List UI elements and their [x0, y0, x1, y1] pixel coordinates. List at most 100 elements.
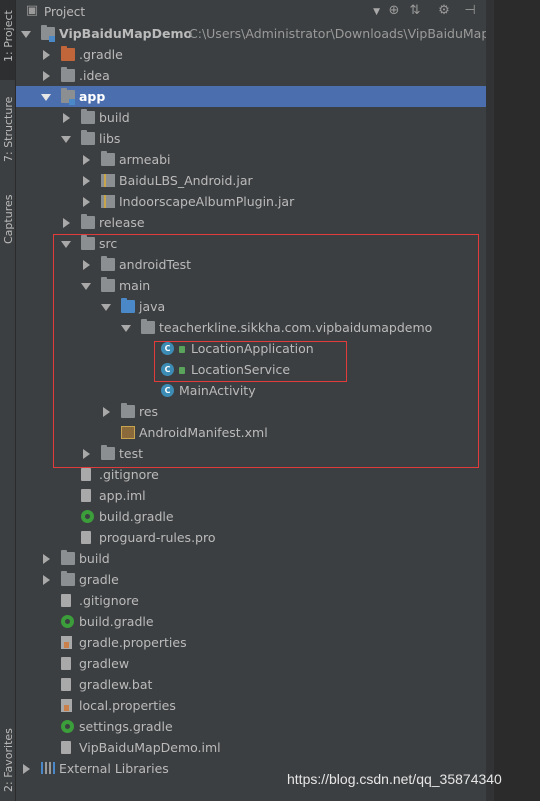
- jar-icon: [101, 174, 115, 187]
- tree-item-label: armeabi: [119, 152, 171, 167]
- chevron-right-icon[interactable]: [63, 218, 70, 228]
- tree-item-label: proguard-rules.pro: [99, 530, 216, 545]
- tab-favorites[interactable]: 2: Favorites: [0, 720, 15, 800]
- properties-icon: [61, 636, 72, 649]
- tree-item-label: build: [99, 110, 130, 125]
- file-icon: [81, 531, 91, 544]
- tab-captures[interactable]: Captures: [0, 188, 15, 258]
- file-icon: [61, 741, 71, 754]
- tree-row[interactable]: .gradle: [16, 44, 486, 65]
- tree-row[interactable]: proguard-rules.pro: [16, 527, 486, 548]
- folder-icon: [81, 130, 95, 145]
- tree-row[interactable]: build.gradle: [16, 506, 486, 527]
- jar-icon: [101, 195, 115, 208]
- tree-item-label: VipBaiduMapDemo: [59, 26, 193, 41]
- chevron-right-icon[interactable]: [43, 71, 50, 81]
- tree-item-label: IndoorscapeAlbumPlugin.jar: [119, 194, 295, 209]
- tab-structure[interactable]: 7: Structure: [0, 90, 15, 170]
- tree-item-label: build.gradle: [79, 614, 154, 629]
- tree-item-label: gradlew.bat: [79, 677, 153, 692]
- file-icon: [81, 468, 91, 481]
- target-icon[interactable]: ⊕: [386, 3, 402, 19]
- tree-item-label: gradle.properties: [79, 635, 187, 650]
- chevron-right-icon[interactable]: [23, 764, 30, 774]
- chevron-right-icon[interactable]: [43, 554, 50, 564]
- tree-item-label: app.iml: [99, 488, 146, 503]
- chevron-right-icon[interactable]: [63, 113, 70, 123]
- file-icon: [81, 489, 91, 502]
- tree-row[interactable]: build: [16, 107, 486, 128]
- tool-window-sidebar: 1: Project 7: Structure Captures 2: Favo…: [0, 0, 16, 801]
- tree-item-label: BaiduLBS_Android.jar: [119, 173, 253, 188]
- collapse-icon[interactable]: ⇅: [407, 3, 423, 19]
- tree-item-label: .idea: [79, 68, 110, 83]
- tree-row[interactable]: local.properties: [16, 695, 486, 716]
- tree-row[interactable]: build.gradle: [16, 611, 486, 632]
- folder-icon: [61, 571, 75, 586]
- tab-captures-label: Captures: [2, 194, 15, 244]
- tree-row[interactable]: gradle.properties: [16, 632, 486, 653]
- tree-row[interactable]: app: [16, 86, 486, 107]
- tree-row[interactable]: BaiduLBS_Android.jar: [16, 170, 486, 191]
- tab-project-label: 1: Project: [2, 10, 15, 62]
- hide-icon[interactable]: ⊣: [462, 3, 478, 19]
- tree-row[interactable]: gradlew.bat: [16, 674, 486, 695]
- tree-row[interactable]: armeabi: [16, 149, 486, 170]
- tree-row[interactable]: build: [16, 548, 486, 569]
- folder-icon: [81, 214, 95, 229]
- tree-item-label: settings.gradle: [79, 719, 173, 734]
- tree-row[interactable]: app.iml: [16, 485, 486, 506]
- module-badge-icon: [69, 99, 75, 105]
- tree-item-label: build: [79, 551, 110, 566]
- module-badge-icon: [49, 36, 55, 42]
- tree-item-label: External Libraries: [59, 761, 169, 776]
- tree-row[interactable]: .idea: [16, 65, 486, 86]
- gear-icon[interactable]: ⚙: [436, 3, 452, 19]
- tree-row[interactable]: libs: [16, 128, 486, 149]
- libraries-icon: [41, 762, 57, 775]
- chevron-right-icon[interactable]: [83, 155, 90, 165]
- caret-down-icon[interactable]: ▼: [373, 7, 380, 17]
- chevron-down-icon[interactable]: [21, 31, 31, 38]
- project-view-selector[interactable]: Project: [44, 5, 85, 19]
- folder-icon: [101, 151, 115, 166]
- project-view-icon: ▣: [25, 3, 39, 18]
- tree-row[interactable]: release: [16, 212, 486, 233]
- tree-item-label: .gitignore: [79, 593, 139, 608]
- chevron-right-icon[interactable]: [43, 50, 50, 60]
- tree-row[interactable]: VipBaiduMapDemo.iml: [16, 737, 486, 758]
- scrollbar-track[interactable]: [486, 0, 540, 801]
- folder-icon: [81, 109, 95, 124]
- tab-project[interactable]: 1: Project: [0, 0, 15, 80]
- tree-row[interactable]: .gitignore: [16, 590, 486, 611]
- tree-row[interactable]: settings.gradle: [16, 716, 486, 737]
- tree-row[interactable]: gradlew: [16, 653, 486, 674]
- chevron-right-icon[interactable]: [43, 575, 50, 585]
- chevron-down-icon[interactable]: [61, 136, 71, 143]
- tree-row[interactable]: VipBaiduMapDemo C:\Users\Administrator\Do…: [16, 23, 507, 44]
- tree-row[interactable]: gradle: [16, 569, 486, 590]
- chevron-right-icon[interactable]: [83, 176, 90, 186]
- gradle-icon: [81, 510, 94, 523]
- highlight-box-services: [154, 341, 347, 382]
- project-toolbar: ▣ Project ▼ ⊕ ⇅ ⚙ ⊣: [16, 0, 486, 24]
- tree-item-label: release: [99, 215, 145, 230]
- file-icon: [61, 678, 71, 691]
- tree-item-label: gradle: [79, 572, 119, 587]
- tree-item-label: .gradle: [79, 47, 123, 62]
- tab-favorites-label: 2: Favorites: [2, 728, 15, 792]
- gradle-icon: [61, 615, 74, 628]
- file-icon: [61, 657, 71, 670]
- tree-item-label: build.gradle: [99, 509, 174, 524]
- gradle-icon: [61, 720, 74, 733]
- tree-item-label: VipBaiduMapDemo.iml: [79, 740, 221, 755]
- folder-icon: [61, 67, 75, 82]
- tree-item-label: gradlew: [79, 656, 130, 671]
- watermark: https://blog.csdn.net/qq_35874340: [287, 771, 502, 787]
- chevron-down-icon[interactable]: [41, 94, 51, 101]
- properties-icon: [61, 699, 72, 712]
- tree-row[interactable]: IndoorscapeAlbumPlugin.jar: [16, 191, 486, 212]
- chevron-right-icon[interactable]: [83, 197, 90, 207]
- folder-orange-icon: [61, 46, 75, 61]
- scrollbar-thumb[interactable]: [486, 0, 494, 801]
